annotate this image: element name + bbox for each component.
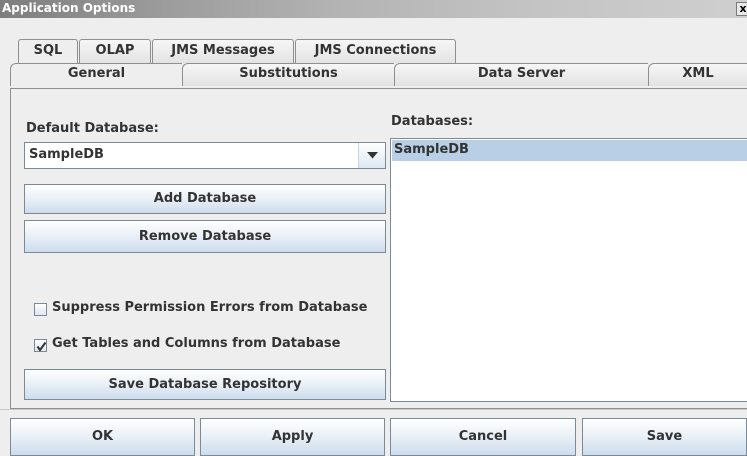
footer-divider: [0, 409, 747, 410]
add-database-button[interactable]: Add Database: [24, 184, 386, 214]
get-tables-label: Get Tables and Columns from Database: [52, 336, 341, 351]
databases-label: Databases:: [391, 114, 474, 129]
tab-xml[interactable]: XML: [648, 63, 747, 86]
save-button[interactable]: Save: [582, 418, 747, 456]
suppress-permission-label: Suppress Permission Errors from Database: [52, 300, 368, 315]
suppress-permission-checkbox[interactable]: [34, 303, 47, 316]
tab-substitutions[interactable]: Substitutions: [182, 63, 394, 86]
remove-database-button[interactable]: Remove Database: [24, 220, 386, 253]
dropdown-arrow-icon[interactable]: [358, 143, 385, 168]
checkmark-icon: [36, 341, 47, 352]
get-tables-checkbox[interactable]: [34, 339, 47, 352]
save-repository-button[interactable]: Save Database Repository: [24, 369, 386, 400]
tab-data-server[interactable]: Data Server: [394, 63, 648, 86]
window-title: Application Options: [2, 1, 136, 15]
apply-button[interactable]: Apply: [200, 418, 385, 456]
cancel-button[interactable]: Cancel: [390, 418, 576, 456]
tab-jms-messages[interactable]: JMS Messages: [152, 39, 294, 63]
default-database-label: Default Database:: [26, 121, 159, 136]
databases-list[interactable]: SampleDB: [390, 138, 747, 402]
tab-general[interactable]: General: [10, 63, 182, 86]
default-database-combo[interactable]: SampleDB: [24, 142, 386, 169]
tab-olap[interactable]: OLAP: [79, 39, 151, 63]
close-icon[interactable]: x: [736, 2, 747, 16]
ok-button[interactable]: OK: [10, 418, 195, 456]
list-item[interactable]: SampleDB: [392, 140, 747, 161]
default-database-value: SampleDB: [29, 147, 104, 162]
tab-jms-connections[interactable]: JMS Connections: [295, 39, 456, 63]
tab-sql[interactable]: SQL: [18, 39, 78, 63]
